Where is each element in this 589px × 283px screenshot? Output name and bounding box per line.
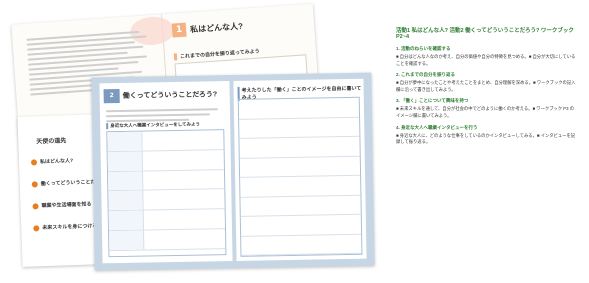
doc-section: 1. 活動のねらいを確認する ■ 自分はどんな人なのか考え、自分の価値や自分の特… xyxy=(396,46,578,67)
contents-row: 私はどんな人? xyxy=(30,157,74,166)
interview-table xyxy=(106,129,227,258)
contents-label: 私はどんな人? xyxy=(39,158,74,166)
contents-label: 職業や生活場面を知る xyxy=(41,201,92,210)
section-number: 1 xyxy=(171,22,187,38)
contents-label: 未来スキルを身につける xyxy=(42,223,98,232)
section-title: 働くってどういうことだろう? xyxy=(122,91,218,100)
stage: 1 私はどんな人? これまでの自分を振り返ってみよう 天使の道先 私はどんな人?… xyxy=(0,0,589,283)
section-heading: 2. これまでの自分を振り返る xyxy=(396,72,456,78)
page-title: 天使の道先 xyxy=(36,138,67,146)
section-body: ■ 自分が夢中になったことや考えたことをまとめ、自分理解を深める。■ ワークブッ… xyxy=(396,80,576,92)
doc-section: 4. 身近な大人へ職業インタビューを行う ■ 身近な大人に、どのような仕事をして… xyxy=(396,125,578,146)
section-body: ■ 未来スキルを通して、自分が社会の中でどのように働くのか考える。■ ワークブッ… xyxy=(396,106,575,118)
section-title: 私はどんな人? xyxy=(189,21,244,34)
doc-title: 活動1 私はどんな人? 活動2 働くってどういうことだろう? ワークブック P2… xyxy=(396,28,574,40)
bullet-icon xyxy=(31,180,38,188)
section-heading: 1. 活動のねらいを確認する xyxy=(396,46,451,51)
section-body: ■ 自分はどんな人なのか考え、自分の価値や自分の特徴を見つめる。■ 自分が大切に… xyxy=(396,54,576,66)
bullet-icon xyxy=(33,224,40,231)
right-page: 考えたりした「働く」ことのイメージを自由に書いてみよう xyxy=(233,78,367,261)
bullet-icon xyxy=(32,202,39,209)
bullet-icon xyxy=(30,158,38,166)
section-header: 1 私はどんな人? xyxy=(171,19,244,38)
subheading: 身近な大人へ職業インタビューをしてみよう xyxy=(106,121,201,130)
section-heading: 3. 「働く」ことについて興味を持つ xyxy=(396,98,469,104)
workbook-spread-2: 2 働くってどういうことだろう? 身近な大人へ職業インタビューをしてみよう 考え… xyxy=(91,72,375,271)
section-body: ■ 身近な大人に、どのような仕事をしているのかインタビューしてみる。■ インタビ… xyxy=(396,132,576,145)
doc-section: 2. これまでの自分を振り返る ■ 自分が夢中になったことや考えたことをまとめ、… xyxy=(396,72,578,93)
contents-row: 未来スキルを身につける xyxy=(33,222,97,231)
section-number: 2 xyxy=(103,88,120,104)
guide-document: 活動1 私はどんな人? 活動2 働くってどういうことだろう? ワークブック P2… xyxy=(394,20,580,278)
section-header: 2 働くってどういうことだろう? xyxy=(103,87,218,104)
section-heading: 4. 身近な大人へ職業インタビューを行う xyxy=(396,124,478,130)
notes-grid xyxy=(237,96,363,257)
contents-row: 職業や生活場面を知る xyxy=(32,200,92,210)
doc-section: 3. 「働く」ことについて興味を持つ ■ 未来スキルを通して、自分が社会の中でど… xyxy=(396,98,578,119)
left-page: 2 働くってどういうことだろう? 身近な大人へ職業インタビューをしてみよう xyxy=(99,81,233,264)
